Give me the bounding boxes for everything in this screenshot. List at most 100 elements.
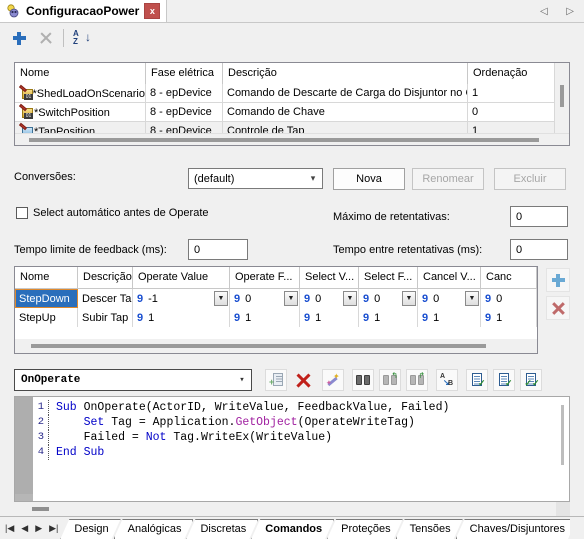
code-token: Tag = Application.	[104, 416, 236, 429]
delete-command-button[interactable]	[33, 26, 57, 50]
last-sheet-icon[interactable]: ▶|	[49, 523, 58, 534]
scroll-thumb[interactable]	[560, 85, 564, 107]
cell-select-f[interactable]: 9 1	[359, 308, 418, 327]
find-next-button[interactable]: ↱	[406, 369, 428, 391]
plus-icon	[551, 273, 565, 287]
code-text: Set Tag = Application.GetObject(OperateW…	[56, 415, 415, 430]
tab-discretas[interactable]: Discretas	[186, 519, 258, 539]
cell-canc[interactable]: 9 1	[481, 308, 537, 327]
document-tab[interactable]: ConfiguracaoPower x	[0, 0, 168, 23]
chevron-down-icon[interactable]: ▼	[343, 291, 357, 306]
editor-code-area[interactable]: 1 Sub OnOperate(ActorID, WriteValue, Fee…	[33, 397, 555, 501]
tab-design[interactable]: Design	[60, 519, 120, 539]
column-header-cancel-v[interactable]: Cancel V...	[418, 267, 481, 289]
table-row[interactable]: 01 *SwitchPosition 8 - epDevice Comando …	[15, 103, 569, 122]
column-header-ordenacao[interactable]: Ordenação	[468, 63, 555, 84]
column-header-canc[interactable]: Canc	[481, 267, 537, 289]
column-header-fase[interactable]: Fase elétrica	[146, 63, 223, 84]
column-header-select-f[interactable]: Select F...	[359, 267, 418, 289]
chevron-down-icon[interactable]: ▼	[284, 291, 298, 306]
chevron-down-icon[interactable]: ▼	[214, 291, 228, 306]
scroll-thumb[interactable]	[561, 405, 564, 465]
first-sheet-icon[interactable]: |◀	[5, 523, 14, 534]
new-script-button[interactable]: +	[265, 369, 287, 391]
scroll-thumb[interactable]	[31, 344, 486, 348]
cell-descricao: Comando de Descarte de Carga do Disjunto…	[223, 84, 468, 103]
close-x-icon	[551, 301, 565, 315]
scroll-thumb[interactable]	[29, 138, 539, 142]
nav-prev-icon[interactable]: ◁	[540, 6, 548, 17]
column-header-nome[interactable]: Nome	[15, 267, 78, 289]
max-retries-input[interactable]: 0	[510, 206, 568, 227]
tab-protecoes[interactable]: Proteções	[327, 519, 403, 539]
commands-grid[interactable]: Nome Fase elétrica Descrição Ordenação 0…	[14, 62, 570, 146]
tab-tensoes[interactable]: Tensões	[396, 519, 463, 539]
chevron-down-icon[interactable]: ▼	[465, 291, 479, 306]
cell-select-f[interactable]: 9 0 ▼	[359, 289, 418, 308]
cell-operate-f[interactable]: 9 1	[230, 308, 300, 327]
scroll-thumb[interactable]	[32, 507, 49, 511]
compile-all-button[interactable]: ✓✓	[520, 369, 542, 391]
chevron-down-icon[interactable]: ▼	[402, 291, 416, 306]
tab-chaves-disjuntores[interactable]: Chaves/Disjuntores	[456, 519, 570, 539]
add-command-button[interactable]	[7, 26, 31, 50]
compile-button[interactable]: ✓	[493, 369, 515, 391]
cell-select-v[interactable]: 9 0 ▼	[300, 289, 359, 308]
cell-cancel-v[interactable]: 9 1	[418, 308, 481, 327]
value-marker-icon: 9	[363, 292, 370, 305]
commands-grid-hscrollbar[interactable]	[15, 133, 569, 145]
cell-canc[interactable]: 9 0	[481, 289, 537, 308]
code-editor[interactable]: 1 Sub OnOperate(ActorID, WriteValue, Fee…	[14, 396, 570, 502]
script-event-select[interactable]: OnOperate ▾	[14, 369, 252, 391]
conversion-grid-hscrollbar[interactable]	[15, 339, 537, 353]
retry-interval-input[interactable]: 0	[510, 239, 568, 260]
column-header-nome[interactable]: Nome	[15, 63, 146, 84]
add-conversion-row-button[interactable]	[546, 268, 570, 292]
editor-hscrollbar[interactable]	[14, 502, 570, 516]
feedback-timeout-input[interactable]: 0	[188, 239, 248, 260]
cell-descricao: Descer Tap	[78, 289, 133, 308]
check-syntax-button[interactable]: ✓	[466, 369, 488, 391]
tab-comandos[interactable]: Comandos	[251, 519, 334, 539]
column-header-descricao[interactable]: Descrição	[78, 267, 133, 289]
application-window: ConfiguracaoPower x ◁ ▷ A Z ↓ Nome Fase	[0, 0, 584, 539]
next-sheet-icon[interactable]: ▶	[35, 523, 42, 534]
column-header-select-v[interactable]: Select V...	[300, 267, 359, 289]
cell-operate-value[interactable]: 9 1	[133, 308, 230, 327]
conversion-values-grid[interactable]: Nome Descrição Operate Value Operate F..…	[14, 266, 538, 354]
find-previous-button[interactable]: ↰	[379, 369, 401, 391]
previous-sheet-icon[interactable]: ◀	[21, 523, 28, 534]
conversions-select[interactable]: (default) ▾	[188, 168, 323, 189]
column-header-operate-f[interactable]: Operate F...	[230, 267, 300, 289]
delete-script-button[interactable]	[292, 369, 314, 391]
script-toolbar: OnOperate ▾ + ✦ ✦ ↰ ↱ A ↘ B ✓ ✓ ✓✓	[14, 368, 570, 392]
table-row[interactable]: StepDown Descer Tap 9 -1 ▼ 9 0 ▼ 9 0 ▼ 9…	[15, 289, 537, 308]
cell-ordenacao: 1	[468, 84, 555, 103]
remove-conversion-row-button[interactable]	[546, 296, 570, 320]
tab-analogicas[interactable]: Analógicas	[114, 519, 194, 539]
cell-nome: 01 *ShedLoadOnScenario	[15, 84, 146, 103]
close-icon[interactable]: x	[144, 3, 161, 19]
nav-next-icon[interactable]: ▷	[566, 6, 574, 17]
column-header-operate-value[interactable]: Operate Value	[133, 267, 230, 289]
find-button[interactable]	[352, 369, 374, 391]
wizard-button[interactable]: ✦ ✦	[322, 369, 344, 391]
cell-select-f-text: 1	[374, 311, 381, 324]
cell-cancel-v[interactable]: 9 0 ▼	[418, 289, 481, 308]
auto-select-checkbox[interactable]: Select automático antes de Operate	[16, 207, 209, 219]
table-row[interactable]: 01 *ShedLoadOnScenario 8 - epDevice Coma…	[15, 84, 569, 103]
replace-button[interactable]: A ↘ B	[436, 369, 458, 391]
new-conversion-button[interactable]: Nova	[333, 168, 405, 190]
conversion-grid-header: Nome Descrição Operate Value Operate F..…	[15, 267, 537, 289]
cell-fase: 8 - epDevice	[146, 84, 223, 103]
cell-nome: StepUp	[15, 308, 78, 327]
retry-interval-label: Tempo entre retentativas (ms):	[333, 244, 483, 256]
table-row[interactable]: StepUp Subir Tap 9 1 9 1 9 1 9 1 9 1 9 1	[15, 308, 537, 327]
editor-vscrollbar[interactable]	[556, 397, 569, 501]
column-header-descricao[interactable]: Descrição	[223, 63, 468, 84]
sort-az-button[interactable]: A Z ↓	[70, 26, 94, 50]
cell-operate-value[interactable]: 9 -1 ▼	[133, 289, 230, 308]
cell-operate-f[interactable]: 9 0 ▼	[230, 289, 300, 308]
chevron-down-icon: ▾	[310, 173, 316, 183]
cell-select-v[interactable]: 9 1	[300, 308, 359, 327]
